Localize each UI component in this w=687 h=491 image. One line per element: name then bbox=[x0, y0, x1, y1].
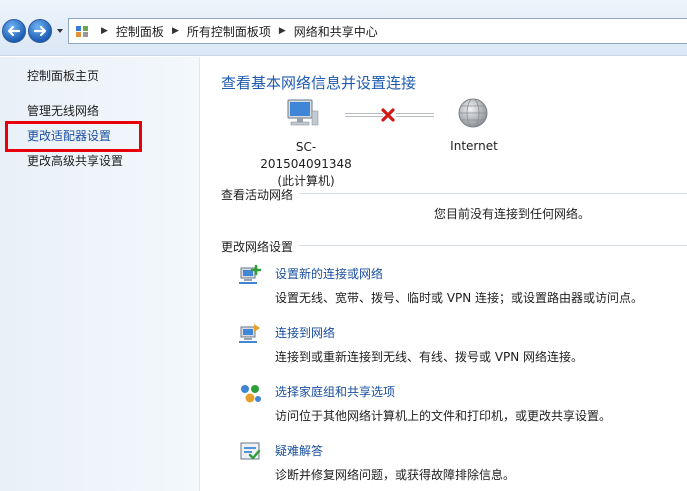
connect-network-link[interactable]: 连接到网络 bbox=[275, 324, 335, 341]
sidebar-item-advanced-sharing[interactable]: 更改高级共享设置 bbox=[27, 152, 123, 169]
active-networks-header: 查看活动网络 bbox=[221, 188, 294, 202]
breadcrumb-separator[interactable]: ▶ bbox=[279, 26, 286, 36]
setup-connection-desc: 设置无线、宽带、拨号、临时或 VPN 连接；或设置路由器或访问点。 bbox=[275, 291, 644, 305]
forward-button[interactable] bbox=[28, 19, 52, 43]
breadcrumb-network-center[interactable]: 网络和共享中心 bbox=[294, 23, 378, 40]
sidebar-item-manage-wireless[interactable]: 管理无线网络 bbox=[27, 102, 99, 119]
connect-network-desc: 连接到或重新连接到无线、有线、拨号或 VPN 网络连接。 bbox=[275, 350, 584, 364]
address-bar: ▶ 控制面板 ▶ 所有控制面板项 ▶ 网络和共享中心 bbox=[0, 0, 687, 56]
new-connection-icon[interactable] bbox=[238, 263, 264, 287]
computer-label: SC-201504091348 (此计算机) bbox=[251, 139, 361, 190]
connection-line bbox=[345, 113, 383, 117]
section-divider bbox=[299, 193, 687, 194]
no-connection-text: 您目前没有连接到任何网络。 bbox=[434, 207, 591, 221]
homegroup-icon[interactable] bbox=[238, 381, 264, 405]
troubleshoot-icon[interactable] bbox=[238, 440, 264, 464]
troubleshoot-link[interactable]: 疑难解答 bbox=[275, 442, 323, 459]
computer-name: SC-201504091348 bbox=[260, 140, 352, 171]
sidebar-item-home[interactable]: 控制面板主页 bbox=[27, 67, 99, 84]
setup-connection-link[interactable]: 设置新的连接或网络 bbox=[275, 265, 383, 282]
control-panel-icon bbox=[76, 26, 88, 37]
back-button[interactable] bbox=[2, 19, 26, 43]
disconnected-x-icon[interactable] bbox=[380, 107, 396, 123]
breadcrumb-separator[interactable]: ▶ bbox=[172, 26, 179, 36]
troubleshoot-desc: 诊断并修复网络问题，或获得故障排除信息。 bbox=[275, 468, 516, 482]
internet-label: Internet bbox=[450, 139, 498, 153]
homegroup-link[interactable]: 选择家庭组和共享选项 bbox=[275, 383, 395, 400]
arrow-right-icon bbox=[33, 25, 47, 37]
breadcrumb-separator[interactable]: ▶ bbox=[101, 26, 108, 36]
computer-icon[interactable] bbox=[285, 99, 319, 129]
page-title: 查看基本网络信息并设置连接 bbox=[221, 74, 417, 92]
internet-globe-icon[interactable] bbox=[457, 97, 489, 129]
breadcrumb[interactable]: ▶ 控制面板 ▶ 所有控制面板项 ▶ 网络和共享中心 bbox=[68, 18, 687, 44]
change-settings-header: 更改网络设置 bbox=[221, 240, 294, 254]
section-divider bbox=[299, 245, 687, 246]
arrow-left-icon bbox=[7, 25, 21, 37]
connection-line bbox=[396, 113, 434, 117]
homegroup-desc: 访问位于其他网络计算机上的文件和打印机，或更改共享设置。 bbox=[275, 409, 612, 423]
breadcrumb-all-items[interactable]: 所有控制面板项 bbox=[187, 23, 271, 40]
connect-network-icon[interactable] bbox=[238, 322, 264, 346]
recent-pages-dropdown[interactable] bbox=[55, 26, 65, 36]
breadcrumb-control-panel[interactable]: 控制面板 bbox=[116, 23, 164, 40]
red-highlight-box bbox=[5, 121, 142, 152]
